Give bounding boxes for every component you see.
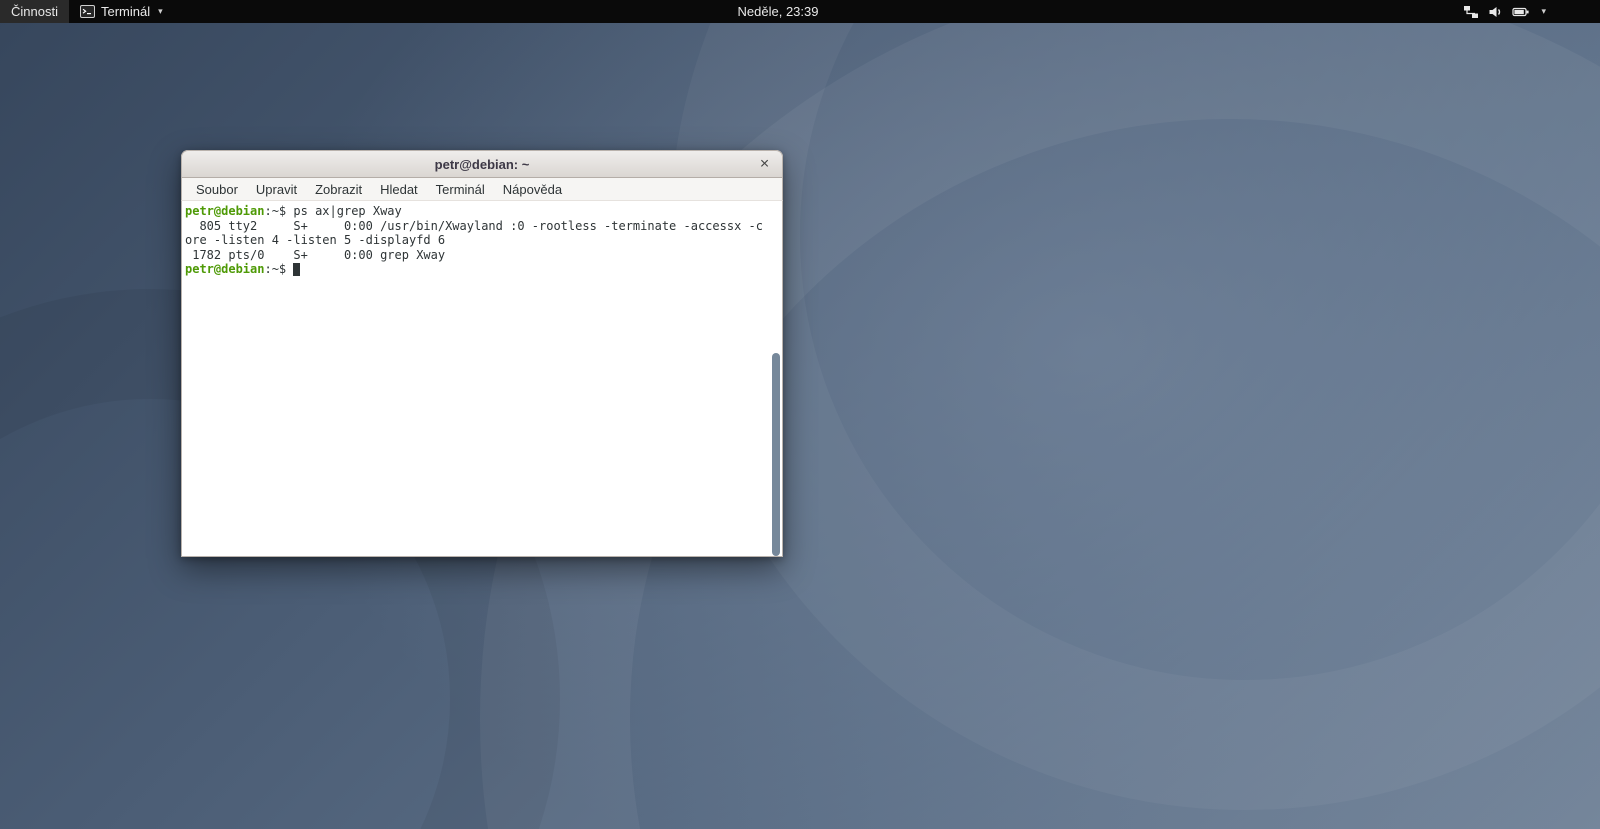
network-icon (1463, 5, 1479, 19)
clock-label: Neděle, 23:39 (737, 4, 819, 19)
app-menu-terminal[interactable]: Terminál ▾ (69, 0, 174, 23)
terminal-cursor (293, 263, 301, 277)
window-title: petr@debian: ~ (434, 156, 530, 172)
window-titlebar[interactable]: petr@debian: ~ × (181, 150, 783, 178)
top-bar: Činnosti Terminál ▾ Neděle, 23:39 ▾ (0, 0, 1600, 23)
menu-hledat[interactable]: Hledat (371, 180, 427, 199)
terminal-prompt-line: petr@debian:~$ (185, 262, 767, 277)
prompt-user: petr@debian (185, 262, 265, 277)
scrollbar-thumb[interactable] (772, 353, 780, 556)
terminal-output-line: 1782 pts/0 S+ 0:00 grep Xway (185, 247, 446, 262)
menu-napoveda[interactable]: Nápověda (494, 180, 571, 199)
activities-button[interactable]: Činnosti (0, 0, 69, 23)
chevron-down-icon: ▾ (158, 6, 163, 16)
command-text: ps ax|grep Xway (293, 204, 402, 218)
terminal-output-line: ore -listen 4 -listen 5 -displayfd 6 (185, 233, 446, 248)
activities-label: Činnosti (11, 4, 58, 19)
terminal-window: petr@debian: ~ × Soubor Upravit Zobrazit… (181, 150, 783, 557)
menu-soubor[interactable]: Soubor (187, 180, 247, 199)
menu-zobrazit[interactable]: Zobrazit (306, 180, 371, 199)
app-menu-label: Terminál (100, 4, 151, 19)
prompt-suffix: :~$ (264, 262, 294, 277)
terminal-screen[interactable]: petr@debian:~$ ps ax|grep Xway 805 tty2 … (181, 201, 783, 557)
clock[interactable]: Neděle, 23:39 (728, 0, 829, 23)
terminal-output-line: 805 tty2 S+ 0:00 /usr/bin/Xwayland :0 -r… (185, 218, 763, 233)
battery-icon (1512, 5, 1530, 19)
volume-icon (1488, 5, 1503, 19)
terminal-icon (79, 5, 95, 18)
prompt-suffix: :~$ (264, 204, 294, 218)
desktop: Činnosti Terminál ▾ Neděle, 23:39 ▾ petr… (0, 0, 1600, 829)
menu-upravit[interactable]: Upravit (247, 180, 306, 199)
prompt-user: petr@debian (185, 204, 265, 218)
scrollbar[interactable] (769, 201, 782, 556)
system-status-area[interactable]: ▾ (1455, 0, 1554, 23)
chevron-down-icon: ▾ (1541, 6, 1546, 16)
menu-terminal[interactable]: Terminál (427, 180, 494, 199)
menu-bar: Soubor Upravit Zobrazit Hledat Terminál … (181, 178, 783, 201)
terminal-prompt-line: petr@debian:~$ ps ax|grep Xway (185, 204, 767, 219)
close-button[interactable]: × (755, 155, 774, 174)
